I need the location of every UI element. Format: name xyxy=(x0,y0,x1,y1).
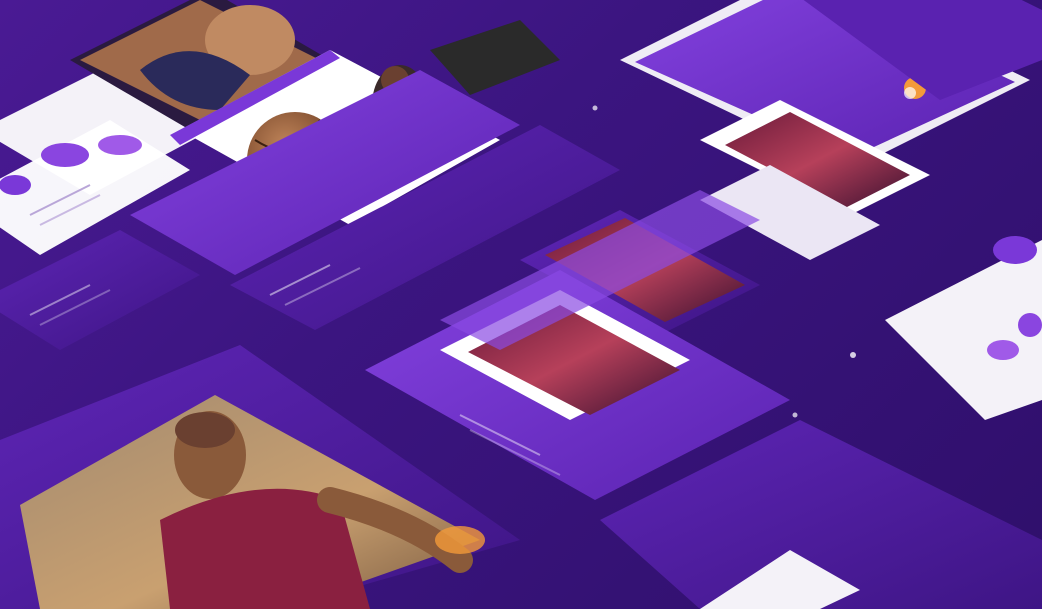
mockup-collage xyxy=(0,0,1042,609)
toggle-icon xyxy=(41,143,89,167)
isometric-showcase xyxy=(0,0,1042,609)
panel-white-right xyxy=(885,236,1042,420)
